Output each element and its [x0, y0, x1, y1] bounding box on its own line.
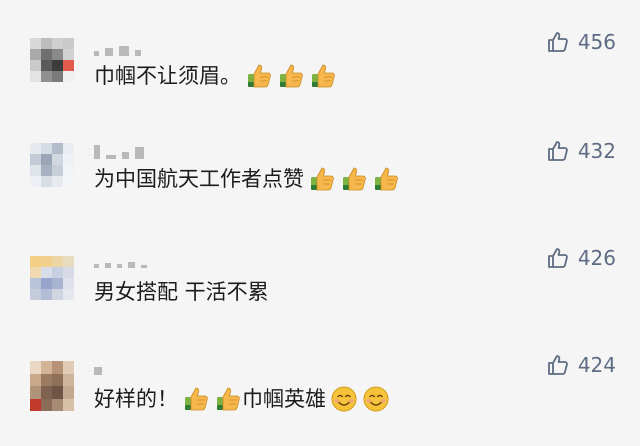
comment-item: 为中国航天工作者点赞 432 [0, 107, 640, 214]
thumbs-up-icon [340, 165, 368, 193]
like-button[interactable]: 426 [546, 246, 616, 270]
like-count: 426 [577, 246, 616, 270]
thumbs-up-icon [309, 62, 337, 90]
like-icon[interactable] [546, 246, 570, 270]
comment-text: 好样的！ 巾帼英雄 [94, 385, 390, 413]
smiling-face-icon [362, 385, 390, 413]
smiling-face-icon [330, 385, 358, 413]
like-button[interactable]: 456 [546, 30, 616, 54]
like-button[interactable]: 432 [546, 139, 616, 163]
comment-text-content: 男女搭配 干活不累 [94, 280, 269, 304]
comment-text-content: 巾帼不让须眉。 [94, 64, 241, 88]
comment-text-content: 好样的！ [94, 387, 178, 411]
like-count: 456 [577, 30, 616, 54]
like-count: 424 [577, 353, 616, 377]
comment-item: 男女搭配 干活不累 426 [0, 214, 640, 321]
comment-item: 巾帼不让须眉。 456 [0, 0, 640, 107]
like-count: 432 [577, 139, 616, 163]
thumbs-up-icon [245, 62, 273, 90]
avatar[interactable] [30, 256, 74, 300]
comment-text: 为中国航天工作者点赞 [94, 165, 400, 193]
nickname-blurred[interactable] [94, 40, 141, 56]
comment-item: 好样的！ 巾帼英雄 424 [0, 321, 640, 428]
comment-text-content: 为中国航天工作者点赞 [94, 167, 304, 191]
like-icon[interactable] [546, 353, 570, 377]
nickname-blurred[interactable] [94, 252, 147, 268]
thumbs-up-icon [277, 62, 305, 90]
like-button[interactable]: 424 [546, 353, 616, 377]
avatar[interactable] [30, 38, 74, 82]
avatar[interactable] [30, 361, 74, 411]
thumbs-up-icon [308, 165, 336, 193]
thumbs-up-icon [372, 165, 400, 193]
comment-text: 巾帼不让须眉。 [94, 62, 337, 90]
thumbs-up-icon [182, 385, 210, 413]
nickname-blurred[interactable] [94, 359, 102, 375]
like-icon[interactable] [546, 30, 570, 54]
nickname-blurred[interactable] [94, 143, 144, 159]
thumbs-up-icon [214, 385, 242, 413]
avatar[interactable] [30, 143, 74, 187]
comment-text: 男女搭配 干活不累 [94, 278, 269, 306]
like-icon[interactable] [546, 139, 570, 163]
comment-text-content-after: 巾帼英雄 [242, 387, 326, 411]
